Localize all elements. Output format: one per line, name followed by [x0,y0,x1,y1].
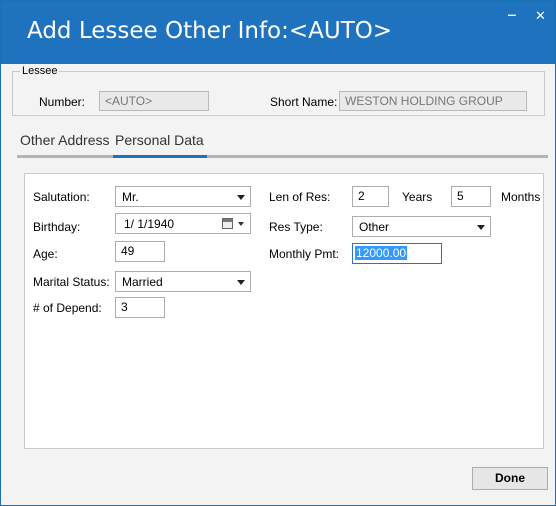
dialog-window: Add Lessee Other Info:<AUTO> ‒ ✕ Lessee … [0,0,556,506]
dependents-field[interactable]: 3 [115,297,165,318]
monthly-pmt-field[interactable]: 12000.00 [352,243,442,264]
res-type-label: Res Type: [269,220,323,234]
short-name-field: WESTON HOLDING GROUP [339,91,527,111]
tab-other-address[interactable]: Other Address [20,132,110,148]
salutation-select[interactable]: Mr. [115,186,251,207]
len-res-years-field[interactable]: 2 [352,186,389,207]
res-type-select[interactable]: Other [352,216,491,237]
res-type-value: Other [359,220,390,234]
monthly-pmt-label: Monthly Pmt: [269,247,340,261]
months-label: Months [501,190,541,204]
number-label: Number: [39,95,86,109]
done-button[interactable]: Done [472,467,548,490]
monthly-pmt-value: 12000.00 [355,246,408,260]
personal-data-panel: Salutation: Mr. Birthday: 1/ 1/1940 Age:… [24,173,544,449]
tab-divider [17,155,548,158]
birthday-value: 1/ 1/1940 [124,217,175,231]
window-title: Add Lessee Other Info:<AUTO> [27,18,393,44]
birthday-date-picker[interactable]: 1/ 1/1940 [115,213,251,234]
age-label: Age: [33,247,58,261]
short-name-label: Short Name: [270,95,338,109]
marital-status-label: Marital Status: [33,275,110,289]
chevron-down-icon[interactable] [237,280,245,285]
chevron-down-icon[interactable] [238,222,244,226]
tab-personal-data[interactable]: Personal Data [115,132,204,148]
title-bar[interactable]: Add Lessee Other Info:<AUTO> ‒ ✕ [1,1,555,64]
age-field[interactable]: 49 [115,241,165,262]
chevron-down-icon[interactable] [237,195,245,200]
close-icon[interactable]: ✕ [535,9,546,23]
calendar-icon[interactable] [222,218,233,229]
salutation-value: Mr. [122,190,139,204]
chevron-down-icon[interactable] [477,225,485,230]
minimize-icon[interactable]: ‒ [508,7,516,21]
active-tab-indicator [113,155,207,158]
number-field: <AUTO> [99,91,209,111]
birthday-label: Birthday: [33,220,81,234]
marital-status-value: Married [122,275,163,289]
lessee-legend: Lessee [22,65,58,77]
years-label: Years [402,190,433,204]
len-res-months-field[interactable]: 5 [451,186,491,207]
marital-status-select[interactable]: Married [115,271,251,292]
len-of-res-label: Len of Res: [269,190,331,204]
lessee-group: Lessee Number: <AUTO> Short Name: WESTON… [12,65,545,116]
dependents-label: # of Depend: [33,301,102,315]
salutation-label: Salutation: [33,190,90,204]
